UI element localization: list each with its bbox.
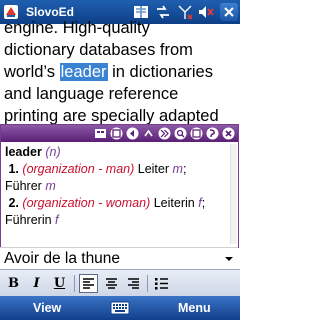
search-icon[interactable] (173, 126, 188, 141)
menu-softkey[interactable]: Menu (178, 300, 211, 316)
translation-link[interactable]: Führerin (5, 213, 52, 227)
signal-strength-icon[interactable] (176, 3, 194, 21)
close-button[interactable] (220, 3, 238, 21)
translation-link[interactable]: Führer (5, 179, 42, 193)
close-popup-icon[interactable] (221, 126, 236, 141)
close-icon (224, 7, 234, 17)
phrase-combo-box[interactable]: Avoir de la thune (0, 247, 238, 271)
document-line: dictionary databases from (4, 41, 193, 59)
align-right-button[interactable] (124, 274, 143, 293)
align-center-button[interactable] (102, 274, 121, 293)
sound-icon[interactable] (205, 126, 220, 141)
document-line: and language reference (4, 85, 179, 103)
softkey-bar: View Menu (0, 296, 240, 320)
history-icon[interactable] (109, 126, 124, 141)
document-line: world’s leader in dictionaries (4, 63, 213, 81)
keyboard-icon[interactable] (110, 300, 130, 316)
format-toolbar: B I U (0, 269, 240, 297)
sense-label: (organization - woman) (22, 196, 151, 210)
sense-number: 2. (8, 196, 19, 210)
speaker-mute-icon[interactable] (197, 3, 215, 21)
bullet-list-button[interactable] (152, 274, 171, 293)
previous-entry-icon[interactable] (125, 126, 140, 141)
align-center-icon (106, 278, 117, 289)
bullet-list-icon (155, 278, 168, 290)
translation-link[interactable]: Leiter (138, 162, 169, 176)
entry-header: leader (n) (5, 144, 61, 161)
part-of-speech: (n) (45, 145, 61, 159)
sense-line: 1. (organization - man) Leiter m; (8, 162, 187, 176)
network-connection-icon[interactable] (154, 3, 172, 21)
settings-icon[interactable] (189, 126, 204, 141)
toolbar-divider (147, 275, 148, 292)
sense-line: Führerin f (5, 212, 59, 229)
translation-popup: leader (n) 1. (organization - man) Leite… (0, 124, 239, 248)
combo-value: Avoir de la thune (4, 250, 121, 267)
gender-marker: f (55, 213, 59, 227)
gender-marker: m (45, 179, 56, 193)
document-line: engine. High-quality (4, 19, 150, 37)
app-menu-icon[interactable] (93, 126, 108, 141)
sense-line: 2. (organization - woman) Leiterin f; (8, 196, 206, 210)
align-left-icon (83, 278, 94, 289)
align-left-button[interactable] (79, 274, 98, 293)
chevron-down-icon[interactable] (222, 251, 236, 266)
sense-number: 1. (8, 162, 19, 176)
view-softkey[interactable]: View (33, 300, 61, 316)
scroll-up-icon[interactable] (141, 126, 156, 141)
gender-marker: m (172, 162, 183, 176)
selected-word[interactable]: leader (59, 63, 108, 81)
sense-label: (organization - man) (22, 162, 135, 176)
popup-toolbar (1, 125, 238, 142)
translation-link[interactable]: Leiterin (154, 196, 195, 210)
sense-line: Führer m (5, 178, 56, 195)
align-right-icon (128, 278, 139, 289)
popup-scrollbar[interactable] (230, 144, 237, 244)
headword: leader (5, 145, 42, 159)
gender-marker: f (198, 196, 202, 210)
underline-button[interactable]: U (50, 274, 69, 293)
bold-button[interactable]: B (4, 274, 23, 293)
next-entry-icon[interactable] (157, 126, 172, 141)
italic-button[interactable]: I (27, 274, 46, 293)
toolbar-divider (74, 275, 75, 292)
